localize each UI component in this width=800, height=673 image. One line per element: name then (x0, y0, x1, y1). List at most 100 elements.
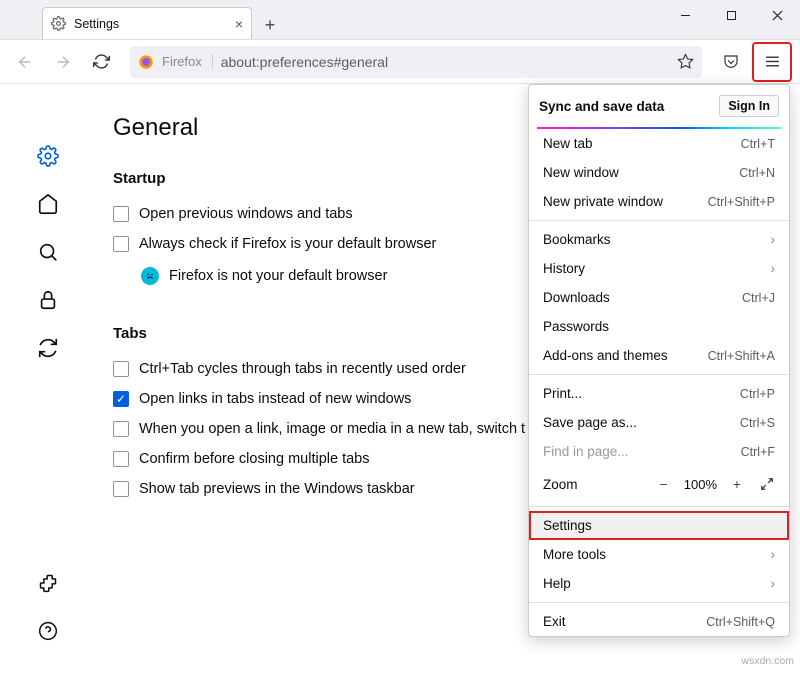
maximize-button[interactable] (708, 0, 754, 30)
sidebar-general-icon[interactable] (36, 144, 60, 168)
shortcut: Ctrl+Shift+P (708, 195, 775, 209)
shortcut: Ctrl+T (741, 137, 775, 151)
menu-more-tools[interactable]: More tools › (529, 540, 789, 569)
menu-label: Passwords (543, 319, 609, 334)
app-menu-button[interactable] (755, 45, 789, 79)
menu-label: Settings (543, 518, 592, 533)
minimize-button[interactable] (662, 0, 708, 30)
zoom-out-button[interactable]: − (652, 472, 676, 496)
check-label: Show tab previews in the Windows taskbar (139, 481, 415, 497)
sidebar-help-icon[interactable] (36, 619, 60, 643)
menu-history[interactable]: History › (529, 254, 789, 283)
menu-separator (529, 602, 789, 603)
firefox-icon (138, 54, 154, 70)
back-button[interactable] (8, 45, 42, 79)
app-menu-panel: Sync and save data Sign In New tab Ctrl+… (528, 84, 790, 637)
check-label: Open previous windows and tabs (139, 206, 353, 222)
shortcut: Ctrl+P (740, 387, 775, 401)
zoom-value: 100% (682, 477, 719, 492)
sidebar-privacy-icon[interactable] (36, 288, 60, 312)
menu-separator (529, 506, 789, 507)
check-label: Open links in tabs instead of new window… (139, 391, 411, 407)
menu-label: Save page as... (543, 415, 637, 430)
menu-sync-header: Sync and save data Sign In (529, 85, 789, 127)
checkbox-icon (113, 206, 129, 222)
menu-label: New tab (543, 136, 593, 151)
menu-label: Print... (543, 386, 582, 401)
shortcut: Ctrl+N (739, 166, 775, 180)
chevron-right-icon: › (771, 232, 776, 247)
check-label: When you open a link, image or media in … (139, 421, 525, 437)
reload-button[interactable] (84, 45, 118, 79)
bookmark-star-icon[interactable] (677, 53, 694, 70)
checkbox-icon (113, 451, 129, 467)
menu-addons[interactable]: Add-ons and themes Ctrl+Shift+A (529, 341, 789, 370)
chevron-right-icon: › (771, 261, 776, 276)
checkbox-icon (113, 481, 129, 497)
checkbox-icon (113, 421, 129, 437)
checkbox-icon (113, 361, 129, 377)
menu-label: Add-ons and themes (543, 348, 668, 363)
menu-label: Bookmarks (543, 232, 611, 247)
menu-settings[interactable]: Settings (529, 511, 789, 540)
menu-zoom: Zoom − 100% + (529, 466, 789, 502)
sidebar-extensions-icon[interactable] (36, 571, 60, 595)
menu-label: New private window (543, 194, 663, 209)
menu-new-private[interactable]: New private window Ctrl+Shift+P (529, 187, 789, 216)
shortcut: Ctrl+J (742, 291, 775, 305)
shortcut: Ctrl+F (741, 445, 775, 459)
url-prefix: Firefox (162, 54, 213, 69)
menu-passwords[interactable]: Passwords (529, 312, 789, 341)
new-tab-button[interactable]: + (256, 11, 284, 39)
shortcut: Ctrl+Shift+Q (706, 615, 775, 629)
settings-sidebar (0, 84, 95, 673)
chevron-right-icon: › (771, 547, 776, 562)
menu-label: More tools (543, 547, 606, 562)
close-window-button[interactable] (754, 0, 800, 30)
checkbox-checked-icon: ✓ (113, 391, 129, 407)
zoom-label: Zoom (543, 477, 646, 492)
menu-downloads[interactable]: Downloads Ctrl+J (529, 283, 789, 312)
sidebar-sync-icon[interactable] (36, 336, 60, 360)
menu-label: Help (543, 576, 571, 591)
menu-separator (529, 220, 789, 221)
watermark: wsxdn.com (741, 655, 794, 667)
titlebar: Settings × + (0, 0, 800, 40)
menu-label: New window (543, 165, 619, 180)
sign-in-button[interactable]: Sign In (719, 95, 779, 117)
menu-separator (529, 374, 789, 375)
sidebar-search-icon[interactable] (36, 240, 60, 264)
menu-new-tab[interactable]: New tab Ctrl+T (529, 129, 789, 158)
chevron-right-icon: › (771, 576, 776, 591)
menu-save-as[interactable]: Save page as... Ctrl+S (529, 408, 789, 437)
shortcut: Ctrl+S (740, 416, 775, 430)
menu-bookmarks[interactable]: Bookmarks › (529, 225, 789, 254)
default-browser-text: Firefox is not your default browser (169, 268, 387, 284)
menu-help[interactable]: Help › (529, 569, 789, 598)
menu-exit[interactable]: Exit Ctrl+Shift+Q (529, 607, 789, 636)
menu-new-window[interactable]: New window Ctrl+N (529, 158, 789, 187)
sidebar-home-icon[interactable] (36, 192, 60, 216)
menu-label: Exit (543, 614, 566, 629)
check-label: Confirm before closing multiple tabs (139, 451, 370, 467)
fullscreen-button[interactable] (755, 472, 779, 496)
checkbox-icon (113, 236, 129, 252)
url-text: about:preferences#general (221, 54, 669, 70)
check-label: Ctrl+Tab cycles through tabs in recently… (139, 361, 466, 377)
url-bar[interactable]: Firefox about:preferences#general (130, 46, 702, 78)
toolbar: Firefox about:preferences#general (0, 40, 800, 84)
menu-label: History (543, 261, 585, 276)
menu-print[interactable]: Print... Ctrl+P (529, 379, 789, 408)
sad-face-icon (141, 267, 159, 285)
forward-button[interactable] (46, 45, 80, 79)
shortcut: Ctrl+Shift+A (708, 349, 775, 363)
zoom-in-button[interactable]: + (725, 472, 749, 496)
tab-title: Settings (74, 17, 119, 31)
menu-label: Find in page... (543, 444, 629, 459)
pocket-button[interactable] (714, 45, 748, 79)
menu-find[interactable]: Find in page... Ctrl+F (529, 437, 789, 466)
close-tab-icon[interactable]: × (235, 16, 243, 32)
browser-tab[interactable]: Settings × (42, 7, 252, 39)
menu-label: Downloads (543, 290, 610, 305)
window-controls (662, 0, 800, 30)
